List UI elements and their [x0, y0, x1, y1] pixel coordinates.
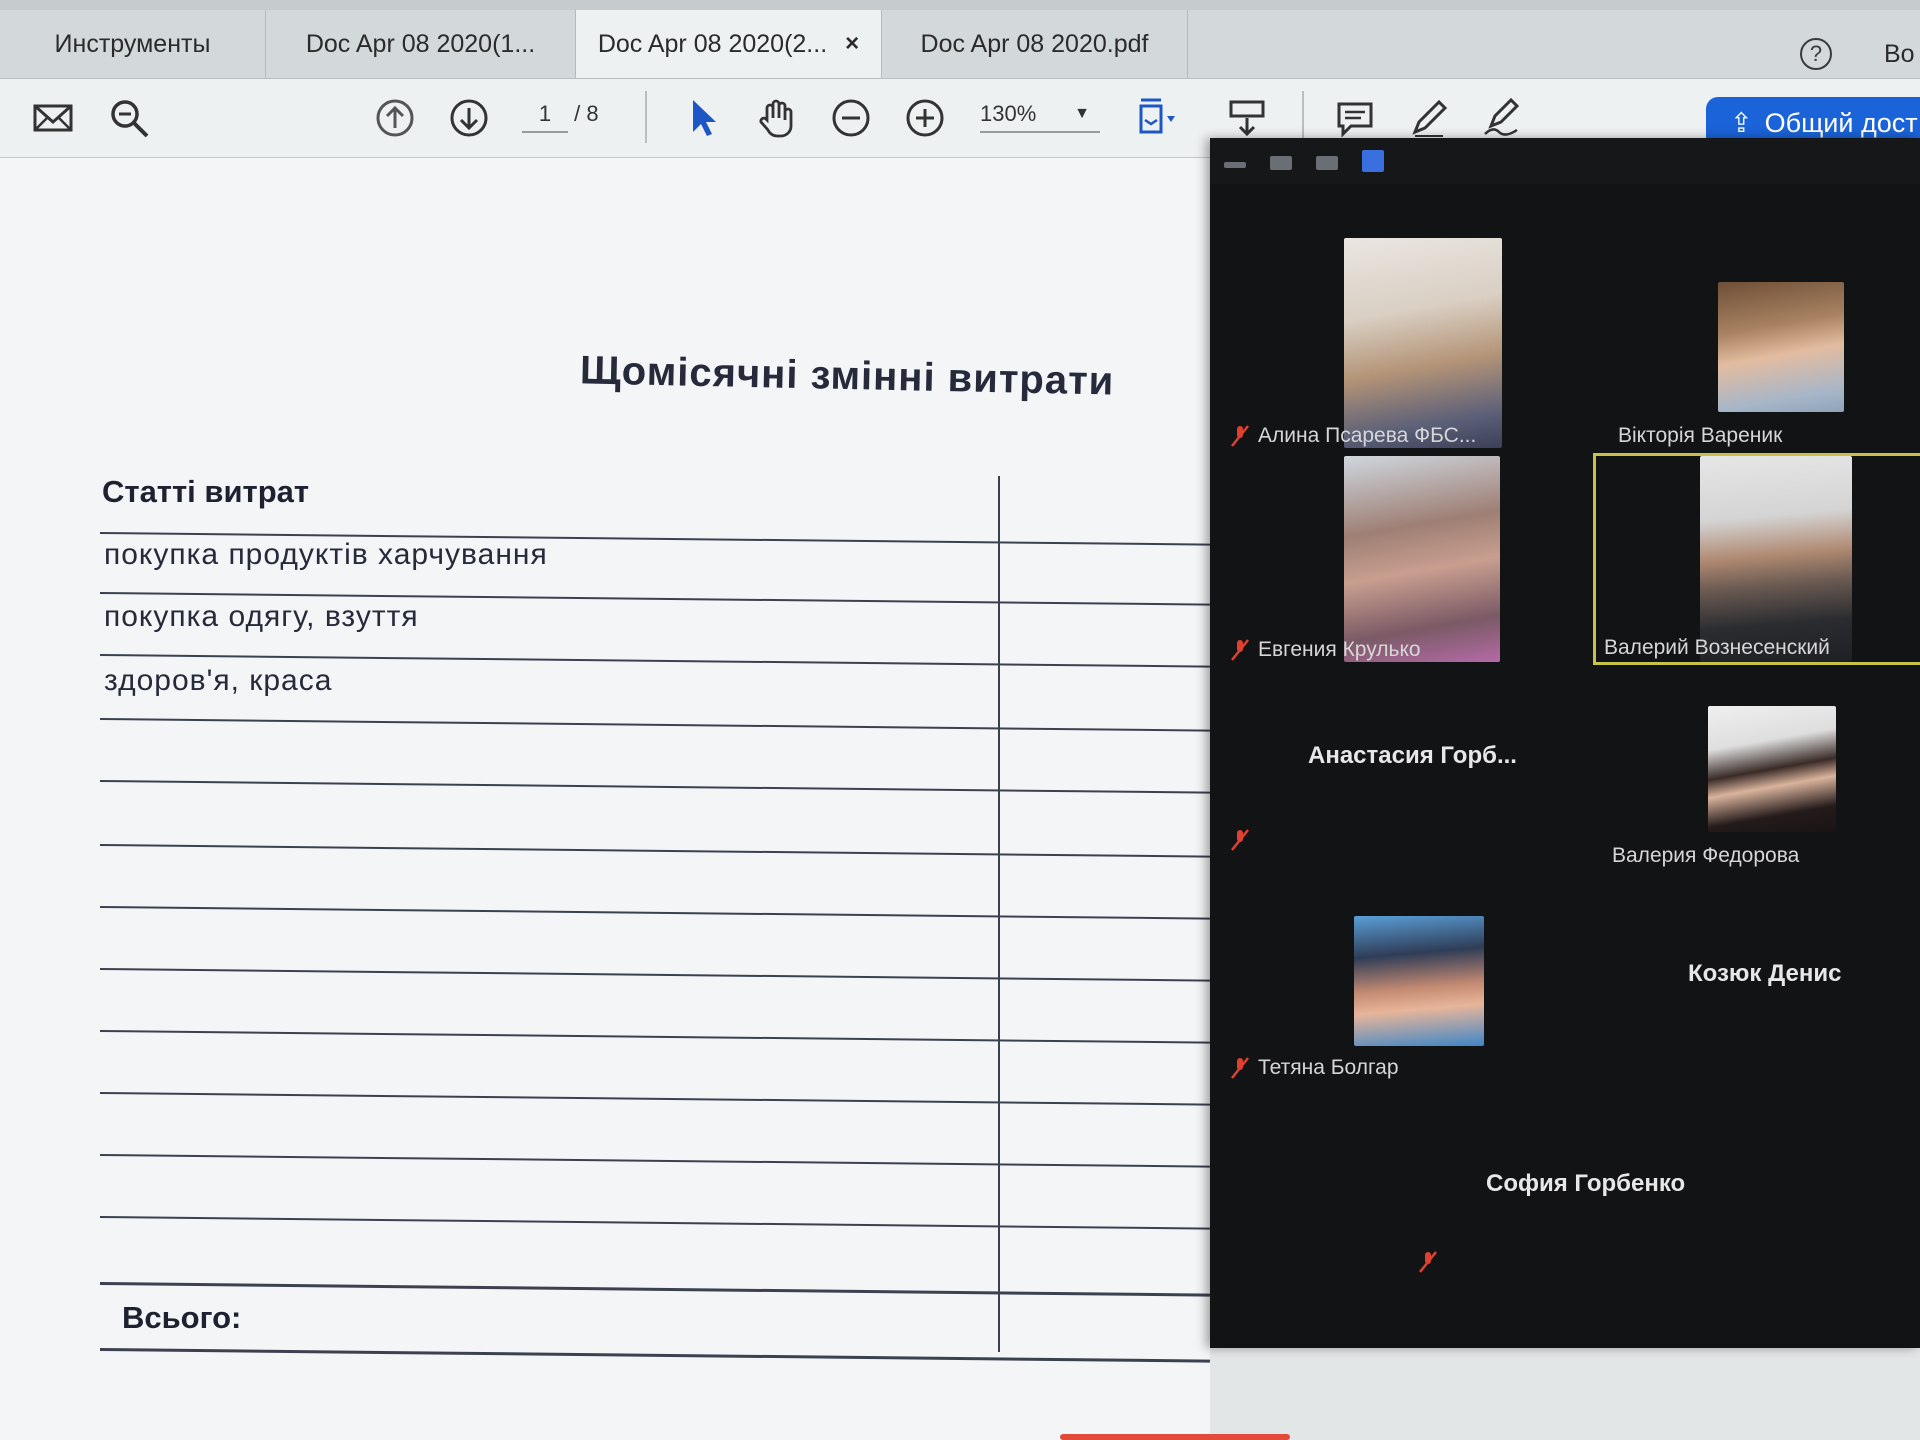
- speaker-view-icon[interactable]: [1270, 156, 1292, 170]
- participant-video: [1344, 456, 1500, 662]
- column-header: Статті витрат: [102, 474, 310, 509]
- participant-name: Вікторія Вареник: [1618, 424, 1783, 447]
- tab-tools[interactable]: Инструменты: [0, 10, 266, 78]
- tab-bar: Инструменты Doc Apr 08 2020(1... Doc Apr…: [0, 10, 1920, 79]
- table-line: [99, 780, 1210, 794]
- participant-video: [1718, 282, 1844, 412]
- select-cursor-icon[interactable]: [678, 93, 728, 143]
- table-line: [99, 1348, 1210, 1363]
- participant-name: София Горбенко: [1486, 1170, 1686, 1197]
- participant-tile[interactable]: Алина Псарева ФБС...: [1222, 238, 1552, 448]
- participant-tile[interactable]: Козюк Денис: [1590, 916, 1920, 1106]
- strip-view-icon[interactable]: [1316, 156, 1338, 170]
- page-gap: [1210, 1338, 1920, 1440]
- table-line: [99, 1154, 1210, 1168]
- zoom-video-panel: Алина Псарева ФБС... Вікторія Вареник Ев…: [1210, 138, 1920, 1348]
- document-title: Щомісячні змінні витрати: [579, 348, 1115, 404]
- share-icon: ⇪: [1730, 107, 1753, 138]
- page-total: / 8: [574, 101, 599, 126]
- toolbar-divider: [1302, 91, 1304, 143]
- participant-name: Алина Псарева ФБС...: [1258, 424, 1477, 447]
- taskbar-indicator: [1060, 1434, 1290, 1440]
- participant-tile[interactable]: Валерия Федорова: [1590, 698, 1920, 888]
- participant-video: [1700, 456, 1852, 662]
- previous-page-icon[interactable]: [370, 93, 420, 143]
- participant-video: [1354, 916, 1484, 1046]
- hand-tool-icon[interactable]: [752, 93, 802, 143]
- total-label: Всього:: [122, 1300, 242, 1335]
- pen-icon[interactable]: [1404, 93, 1454, 143]
- signin-link[interactable]: Во: [1884, 40, 1915, 69]
- table-row: здоров'я, краса: [104, 664, 333, 697]
- table-line: [99, 1092, 1210, 1106]
- muted-mic-icon: [1231, 425, 1249, 447]
- table-column-divider: [998, 476, 1000, 1352]
- participant-tile[interactable]: София Горбенко: [1406, 1128, 1736, 1328]
- participant-name: Козюк Денис: [1688, 960, 1842, 987]
- table-row: покупка продуктів харчування: [104, 538, 548, 571]
- table-line: [99, 844, 1210, 858]
- participant-name: Анастасия Горб...: [1308, 742, 1517, 769]
- help-icon[interactable]: ?: [1800, 38, 1832, 70]
- zoom-out-icon[interactable]: [826, 93, 876, 143]
- pdf-page: Щомісячні змінні витрати Статті витрат п…: [0, 158, 1210, 1440]
- participant-name: Валерий Вознесенский: [1604, 636, 1830, 659]
- menu-bar: [0, 0, 1920, 10]
- tab-label: Doc Apr 08 2020(2...: [597, 29, 828, 58]
- fit-page-icon[interactable]: [1130, 93, 1180, 143]
- next-page-icon[interactable]: [444, 93, 494, 143]
- muted-mic-icon: [1419, 1251, 1437, 1273]
- participant-name: Евгения Крулько: [1258, 638, 1421, 661]
- muted-mic-icon: [1231, 639, 1249, 661]
- share-label: Общий дост: [1764, 107, 1918, 138]
- close-tab-icon[interactable]: ×: [845, 30, 859, 58]
- participant-tile[interactable]: Евгения Крулько: [1222, 456, 1552, 662]
- participant-video: [1344, 238, 1502, 448]
- comment-icon[interactable]: [1330, 93, 1380, 143]
- page-number-input[interactable]: 1: [522, 101, 568, 133]
- chevron-down-icon: ▼: [1074, 105, 1090, 122]
- tab-doc-2[interactable]: Doc Apr 08 2020(2... ×: [576, 10, 882, 78]
- participant-tile[interactable]: Тетяна Болгар: [1222, 916, 1552, 1106]
- gallery-view-icon[interactable]: [1362, 150, 1384, 172]
- table-line: [99, 968, 1210, 982]
- participant-name: Тетяна Болгар: [1258, 1056, 1399, 1079]
- participant-tile-active-speaker[interactable]: Валерий Вознесенский: [1593, 453, 1920, 665]
- participant-tile[interactable]: Анастасия Горб...: [1222, 698, 1552, 888]
- page-navigator: 1 / 8: [522, 101, 599, 133]
- scroll-mode-icon[interactable]: [1222, 93, 1272, 143]
- participant-tile[interactable]: Вікторія Вареник: [1590, 238, 1920, 448]
- panel-header: [1210, 138, 1920, 184]
- table-line: [99, 718, 1210, 732]
- search-icon[interactable]: [104, 93, 154, 143]
- zoom-level-select[interactable]: 130% ▼: [980, 101, 1100, 133]
- table-line: [99, 1216, 1210, 1230]
- muted-mic-icon: [1231, 1057, 1249, 1079]
- email-icon[interactable]: [28, 93, 78, 143]
- table-line: [99, 1282, 1210, 1297]
- table-line: [99, 1030, 1210, 1044]
- minimize-icon[interactable]: [1224, 162, 1246, 168]
- tab-doc-1[interactable]: Doc Apr 08 2020(1...: [266, 10, 576, 78]
- zoom-level-value: 130%: [980, 101, 1037, 126]
- tab-label: Doc Apr 08 2020(1...: [305, 29, 536, 58]
- zoom-in-icon[interactable]: [900, 93, 950, 143]
- muted-mic-icon: [1231, 829, 1249, 851]
- table-row: покупка одягу, взуття: [104, 600, 419, 633]
- participant-video: [1708, 706, 1836, 832]
- participant-name: Валерия Федорова: [1612, 844, 1800, 867]
- table-line: [99, 906, 1210, 920]
- sign-icon[interactable]: [1478, 93, 1528, 143]
- tab-doc-3[interactable]: Doc Apr 08 2020.pdf: [882, 10, 1188, 78]
- tab-label: Doc Apr 08 2020.pdf: [920, 29, 1149, 58]
- tab-label: Инструменты: [54, 29, 211, 58]
- toolbar-divider: [645, 91, 647, 143]
